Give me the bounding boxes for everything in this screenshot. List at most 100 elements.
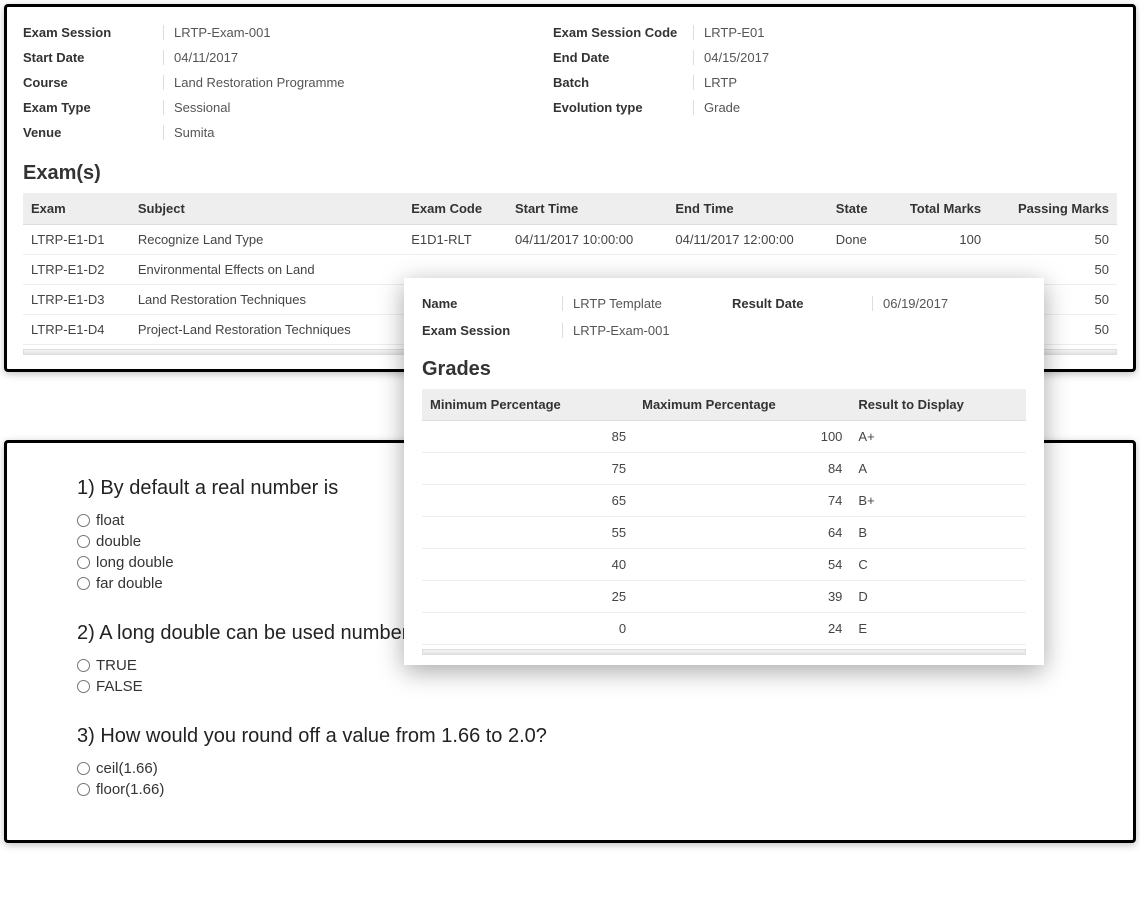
cell-state: Done xyxy=(828,225,885,255)
cell-start_time: 04/11/2017 10:00:00 xyxy=(507,225,667,255)
col-end-time[interactable]: End Time xyxy=(667,193,827,225)
value-venue: Sumita xyxy=(163,125,553,140)
table-row[interactable]: 85100A+ xyxy=(422,421,1026,453)
value-end-date: 04/15/2017 xyxy=(693,50,993,65)
label-result-date: Result Date xyxy=(732,296,872,311)
option-radio[interactable] xyxy=(77,783,90,796)
value-course: Land Restoration Programme xyxy=(163,75,553,90)
value-exam-session: LRTP-Exam-001 xyxy=(163,25,553,40)
col-passing-marks[interactable]: Passing Marks xyxy=(989,193,1117,225)
cell-max: 74 xyxy=(634,485,850,517)
option-label: long double xyxy=(96,554,174,571)
cell-min: 75 xyxy=(422,453,634,485)
cell-exam_code: E1D1-RLT xyxy=(403,225,507,255)
table-row[interactable]: 4054C xyxy=(422,549,1026,581)
cell-result: B+ xyxy=(850,485,1026,517)
label-template-session: Exam Session xyxy=(422,323,562,338)
cell-min: 55 xyxy=(422,517,634,549)
cell-min: 40 xyxy=(422,549,634,581)
label-batch: Batch xyxy=(553,75,693,90)
cell-result: D xyxy=(850,581,1026,613)
cell-exam: LTRP-E1-D4 xyxy=(23,315,130,345)
session-info-grid: Exam Session LRTP-Exam-001 Exam Session … xyxy=(23,25,1117,140)
table-row[interactable]: 7584A xyxy=(422,453,1026,485)
col-min-pct[interactable]: Minimum Percentage xyxy=(422,389,634,421)
cell-result: C xyxy=(850,549,1026,581)
col-subject[interactable]: Subject xyxy=(130,193,403,225)
cell-result: E xyxy=(850,613,1026,645)
grades-section-title: Grades xyxy=(422,358,1026,381)
label-exam-type: Exam Type xyxy=(23,100,163,115)
option-radio[interactable] xyxy=(77,556,90,569)
table-row[interactable]: 024E xyxy=(422,613,1026,645)
option-radio[interactable] xyxy=(77,535,90,548)
label-evolution-type: Evolution type xyxy=(553,100,693,115)
exams-section-title: Exam(s) xyxy=(23,162,1117,185)
cell-exam: LTRP-E1-D1 xyxy=(23,225,130,255)
table-row[interactable]: LTRP-E1-D1Recognize Land TypeE1D1-RLT04/… xyxy=(23,225,1117,255)
col-total-marks[interactable]: Total Marks xyxy=(885,193,989,225)
col-exam-code[interactable]: Exam Code xyxy=(403,193,507,225)
cell-max: 24 xyxy=(634,613,850,645)
cell-result: B xyxy=(850,517,1026,549)
table-row[interactable]: 5564B xyxy=(422,517,1026,549)
value-batch: LRTP xyxy=(693,75,993,90)
col-state[interactable]: State xyxy=(828,193,885,225)
cell-min: 0 xyxy=(422,613,634,645)
cell-min: 85 xyxy=(422,421,634,453)
cell-passing_marks: 50 xyxy=(989,225,1117,255)
label-course: Course xyxy=(23,75,163,90)
grades-template-popup: Name LRTP Template Result Date 06/19/201… xyxy=(404,278,1044,665)
col-result-display[interactable]: Result to Display xyxy=(850,389,1026,421)
label-end-date: End Date xyxy=(553,50,693,65)
col-start-time[interactable]: Start Time xyxy=(507,193,667,225)
cell-min: 25 xyxy=(422,581,634,613)
table-row[interactable]: 6574B+ xyxy=(422,485,1026,517)
value-exam-type: Sessional xyxy=(163,100,553,115)
option-radio[interactable] xyxy=(77,659,90,672)
cell-max: 54 xyxy=(634,549,850,581)
col-max-pct[interactable]: Maximum Percentage xyxy=(634,389,850,421)
value-result-date: 06/19/2017 xyxy=(872,296,1022,311)
grades-header-row: Minimum Percentage Maximum Percentage Re… xyxy=(422,389,1026,421)
value-start-date: 04/11/2017 xyxy=(163,50,553,65)
cell-total_marks: 100 xyxy=(885,225,989,255)
cell-end_time: 04/11/2017 12:00:00 xyxy=(667,225,827,255)
option-radio[interactable] xyxy=(77,514,90,527)
cell-exam: LTRP-E1-D2 xyxy=(23,255,130,285)
option-radio[interactable] xyxy=(77,577,90,590)
label-venue: Venue xyxy=(23,125,163,140)
question-block: 3) How would you round off a value from … xyxy=(77,723,1063,798)
cell-exam: LTRP-E1-D3 xyxy=(23,285,130,315)
option[interactable]: floor(1.66) xyxy=(77,781,1063,798)
option-radio[interactable] xyxy=(77,680,90,693)
cell-min: 65 xyxy=(422,485,634,517)
value-template-session: LRTP-Exam-001 xyxy=(562,323,732,338)
cell-subject: Project-Land Restoration Techniques xyxy=(130,315,403,345)
value-exam-session-code: LRTP-E01 xyxy=(693,25,993,40)
option-label: double xyxy=(96,533,141,550)
option-label: float xyxy=(96,512,124,529)
grades-table: Minimum Percentage Maximum Percentage Re… xyxy=(422,389,1026,645)
exams-header-row: Exam Subject Exam Code Start Time End Ti… xyxy=(23,193,1117,225)
option-label: FALSE xyxy=(96,678,143,695)
question-text: 3) How would you round off a value from … xyxy=(77,723,1063,750)
label-exam-session-code: Exam Session Code xyxy=(553,25,693,40)
value-evolution-type: Grade xyxy=(693,100,993,115)
option-radio[interactable] xyxy=(77,762,90,775)
option-label: floor(1.66) xyxy=(96,781,164,798)
table-row[interactable]: 2539D xyxy=(422,581,1026,613)
template-info-grid: Name LRTP Template Result Date 06/19/201… xyxy=(422,296,1026,338)
label-template-name: Name xyxy=(422,296,562,311)
option-label: TRUE xyxy=(96,657,137,674)
cell-max: 84 xyxy=(634,453,850,485)
col-exam[interactable]: Exam xyxy=(23,193,130,225)
cell-max: 39 xyxy=(634,581,850,613)
cell-max: 100 xyxy=(634,421,850,453)
grades-scrollbar[interactable] xyxy=(422,649,1026,655)
cell-subject: Recognize Land Type xyxy=(130,225,403,255)
option[interactable]: ceil(1.66) xyxy=(77,760,1063,777)
option[interactable]: FALSE xyxy=(77,678,1063,695)
cell-subject: Land Restoration Techniques xyxy=(130,285,403,315)
cell-result: A+ xyxy=(850,421,1026,453)
